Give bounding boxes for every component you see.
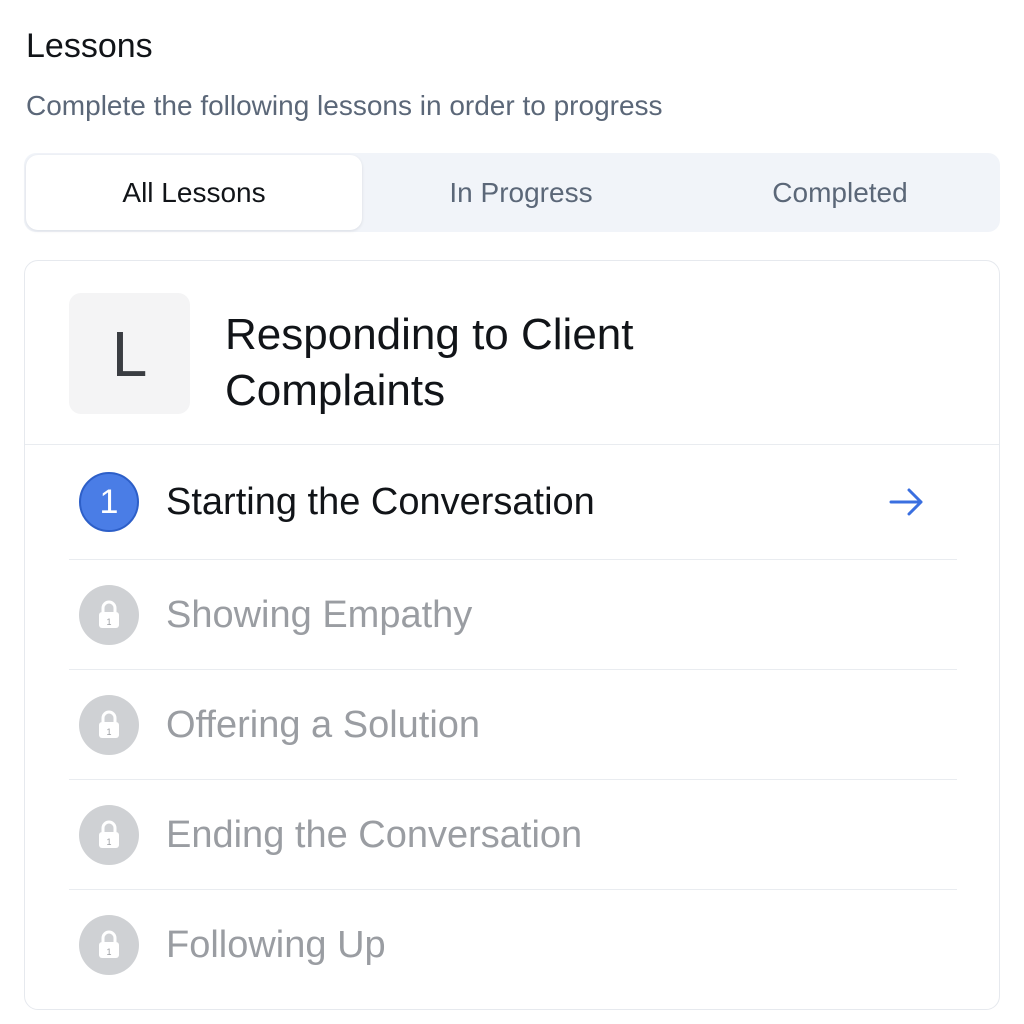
lock-number: 1 (106, 947, 111, 957)
lesson-label: Ending the Conversation (166, 813, 583, 856)
course-card: L Responding to Client Complaints 1 Star… (24, 260, 1000, 1010)
lesson-list: 1 Starting the Conversation 1 Showing Em… (69, 445, 957, 1000)
lesson-item-ending-the-conversation: 1 Ending the Conversation (69, 780, 957, 890)
lesson-label: Starting the Conversation (166, 481, 595, 523)
lesson-lock-badge: 1 (79, 915, 139, 975)
tab-completed[interactable]: Completed (680, 153, 1000, 232)
lessons-page: Lessons Complete the following lessons i… (0, 0, 1024, 1024)
course-header: L Responding to Client Complaints (25, 261, 999, 445)
lesson-lock-badge: 1 (79, 804, 139, 865)
lesson-item-following-up: 1 Following Up (69, 890, 957, 1000)
lesson-filter-tabs: All Lessons In Progress Completed (24, 153, 1000, 232)
lock-icon: 1 (99, 930, 119, 958)
course-title: Responding to Client Complaints (225, 310, 634, 415)
lock-number: 1 (106, 617, 111, 627)
lock-number: 1 (106, 837, 111, 847)
lock-icon: 1 (99, 600, 119, 628)
lesson-item-offering-a-solution: 1 Offering a Solution (69, 670, 957, 780)
lock-icon: 1 (99, 710, 119, 738)
lesson-item-showing-empathy: 1 Showing Empathy (69, 560, 957, 670)
lesson-lock-badge: 1 (79, 694, 139, 755)
tab-in-progress[interactable]: In Progress (362, 153, 680, 232)
lesson-label: Showing Empathy (166, 593, 473, 636)
arrow-right-icon[interactable] (887, 482, 927, 522)
lesson-lock-badge: 1 (79, 584, 139, 645)
lock-icon: 1 (99, 820, 119, 848)
lock-number: 1 (106, 727, 111, 737)
lesson-label: Following Up (166, 924, 386, 966)
course-avatar: L (69, 293, 190, 414)
page-title: Lessons (26, 27, 153, 65)
lesson-item-starting-the-conversation[interactable]: 1 Starting the Conversation (69, 445, 957, 560)
tab-all-lessons[interactable]: All Lessons (26, 155, 362, 230)
lesson-label: Offering a Solution (166, 703, 481, 746)
lesson-number-badge: 1 (79, 472, 139, 532)
page-subtitle: Complete the following lessons in order … (26, 90, 663, 121)
